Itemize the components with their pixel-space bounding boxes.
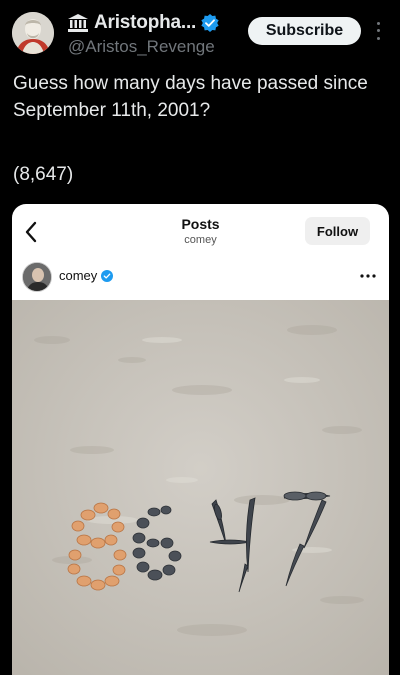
- post-username-row[interactable]: comey: [59, 268, 114, 283]
- more-options-icon[interactable]: [372, 20, 384, 42]
- author-avatar[interactable]: [12, 12, 54, 54]
- embedded-post-topbar: Posts comey Follow: [12, 204, 389, 260]
- sand-shells-photo: [12, 300, 389, 675]
- tweet-text: Guess how many days have passed since Se…: [13, 73, 368, 121]
- follow-button[interactable]: Follow: [305, 217, 370, 245]
- post-user-avatar[interactable]: [22, 262, 52, 292]
- embedded-post-card[interactable]: Posts comey Follow comey: [12, 204, 389, 675]
- tweet-count-text: (8,647): [13, 164, 74, 185]
- subscribe-button[interactable]: Subscribe: [248, 17, 361, 45]
- post-more-icon[interactable]: [360, 274, 376, 278]
- temple-icon: [68, 14, 88, 32]
- verified-badge-icon: [201, 14, 219, 32]
- tweet-header: Aristopha... @Aristos_Revenge Subscribe: [0, 0, 400, 62]
- post-username[interactable]: comey: [59, 268, 97, 283]
- user-portrait-icon: [23, 263, 51, 291]
- author-handle[interactable]: @Aristos_Revenge: [68, 37, 215, 57]
- author-name-row[interactable]: Aristopha...: [68, 12, 219, 34]
- embedded-post-header: comey: [12, 260, 389, 300]
- sand-message-image: [12, 300, 389, 675]
- bust-avatar-icon: [12, 12, 54, 54]
- verified-badge-icon: [101, 269, 114, 282]
- author-display-name[interactable]: Aristopha...: [94, 12, 196, 34]
